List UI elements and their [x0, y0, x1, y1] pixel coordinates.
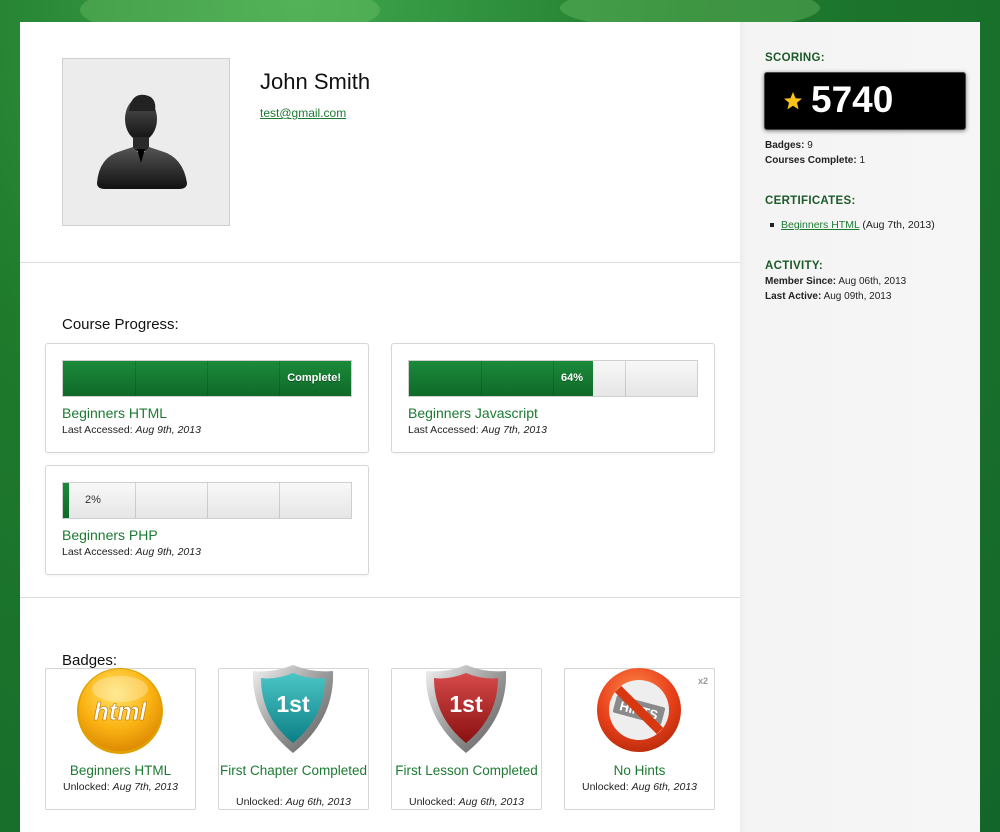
scoring-title: SCORING:	[765, 52, 825, 64]
course-last-accessed: Last Accessed: Aug 9th, 2013	[62, 424, 201, 436]
badge-count: x2	[697, 676, 708, 686]
badge-unlocked: Unlocked: Aug 6th, 2013	[581, 781, 697, 793]
user-name: John Smith	[260, 69, 371, 94]
badge-unlocked: Unlocked: Aug 6th, 2013	[408, 796, 524, 808]
activity-title: ACTIVITY:	[765, 260, 824, 272]
course-progress-title: Course Progress:	[62, 316, 179, 333]
course-name[interactable]: Beginners HTML	[62, 405, 167, 421]
html-badge-icon: html	[77, 668, 163, 754]
badge-unlocked: Unlocked: Aug 7th, 2013	[62, 781, 178, 793]
progress-label: 2%	[85, 494, 101, 506]
badge-card[interactable]: html Beginners HTML Unlocked: Aug 7th, 2…	[45, 668, 196, 810]
progress-bar: 2%	[62, 482, 352, 519]
badge-unlocked: Unlocked: Aug 6th, 2013	[235, 796, 351, 808]
badge-card[interactable]: 1st First Lesson Completed Unlocked: Aug…	[391, 665, 542, 810]
sidebar: SCORING: 5740 Badges: 9 Courses Complete…	[740, 22, 980, 832]
badges-count: Badges: 9	[765, 140, 813, 151]
badges-section: Badges: html Beginners HTML Unlocked: Au…	[20, 598, 740, 832]
progress-label: 64%	[561, 372, 584, 384]
bullet	[770, 223, 774, 228]
certificate-link[interactable]: Beginners HTML	[781, 219, 859, 231]
profile-page: John Smith test@gmail.com Course Progres…	[20, 22, 980, 832]
course-progress-section: Course Progress: Complete! Beginners HTM…	[20, 262, 740, 598]
last-active: Last Active: Aug 09th, 2013	[765, 291, 892, 302]
badge-title: First Lesson Completed	[395, 763, 538, 778]
score-box: 5740	[764, 72, 966, 130]
user-email-link[interactable]: test@gmail.com	[260, 106, 346, 120]
course-name[interactable]: Beginners PHP	[62, 527, 158, 543]
progress-label: Complete!	[287, 372, 341, 384]
progress-bar: 64%	[408, 360, 698, 397]
progress-bar: Complete!	[62, 360, 352, 397]
svg-text:1st: 1st	[276, 691, 310, 717]
profile-header: John Smith test@gmail.com	[20, 22, 740, 263]
badge-title: No Hints	[613, 763, 666, 778]
star-icon	[784, 92, 802, 110]
badge-card[interactable]: x2 HINTS No Hints Unlocked: Aug 6th, 201…	[564, 668, 715, 810]
main-column: John Smith test@gmail.com Course Progres…	[20, 22, 740, 832]
certificate-item: Beginners HTML (Aug 7th, 2013)	[770, 219, 935, 231]
no-hints-icon: HINTS	[597, 668, 681, 752]
svg-text:html: html	[94, 698, 148, 726]
progress-fill	[63, 483, 69, 518]
badge-card[interactable]: 1st First Chapter Completed Unlocked: Au…	[218, 665, 369, 810]
shield-1st-teal-icon: 1st	[252, 665, 334, 753]
avatar	[62, 58, 230, 226]
svg-text:1st: 1st	[449, 691, 483, 717]
badge-title: Beginners HTML	[69, 763, 172, 778]
course-last-accessed: Last Accessed: Aug 9th, 2013	[62, 546, 201, 558]
shield-1st-red-icon: 1st	[425, 665, 507, 753]
course-card[interactable]: 2% Beginners PHP Last Accessed: Aug 9th,…	[45, 465, 369, 575]
member-since: Member Since: Aug 06th, 2013	[765, 276, 907, 287]
user-silhouette-icon	[97, 94, 187, 189]
course-name[interactable]: Beginners Javascript	[408, 405, 538, 421]
certificates-title: CERTIFICATES:	[765, 195, 856, 207]
course-last-accessed: Last Accessed: Aug 7th, 2013	[408, 424, 547, 436]
score-value: 5740	[811, 79, 894, 120]
badge-title: First Chapter Completed	[219, 763, 368, 778]
courses-complete-count: Courses Complete: 1	[765, 155, 866, 166]
course-card[interactable]: 64% Beginners Javascript Last Accessed: …	[391, 343, 715, 453]
course-card[interactable]: Complete! Beginners HTML Last Accessed: …	[45, 343, 369, 453]
